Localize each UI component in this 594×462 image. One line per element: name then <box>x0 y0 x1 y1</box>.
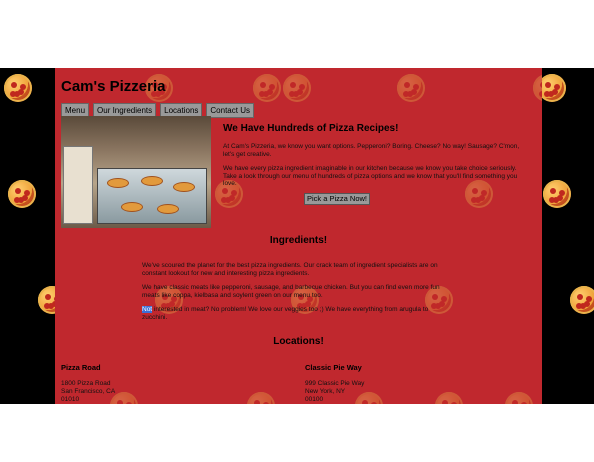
location-zip: 00100 <box>305 396 324 403</box>
location-city: New York, NY <box>305 388 346 395</box>
pizza-icon <box>397 74 425 102</box>
pizza-icon <box>543 180 571 208</box>
nav-contact-button[interactable]: Contact Us <box>206 103 254 118</box>
hero-paragraph-2: We have every pizza ingredient imaginabl… <box>223 165 518 187</box>
pizza-graphic <box>157 204 179 214</box>
pizza-icon <box>283 74 311 102</box>
pizza-icon <box>570 286 594 314</box>
pizza-icon <box>8 180 36 208</box>
pizza-graphic <box>107 178 129 188</box>
pizza-icon <box>533 74 542 102</box>
pizza-icon <box>538 74 566 102</box>
location-name: Classic Pie Way <box>305 363 362 372</box>
pizza-graphic <box>141 176 163 186</box>
location-city: San Francisco, CA <box>61 388 116 395</box>
ingredients-paragraph-3-text: interested in meat? No problem! We love … <box>142 306 429 321</box>
pizza-icon <box>435 392 463 404</box>
ingredients-paragraph-2: We have classic meats like pepperoni, sa… <box>142 284 440 299</box>
ingredients-paragraph-1: We've scoured the planet for the best pi… <box>142 262 438 277</box>
site-title: Cam's Pizzeria <box>61 78 166 95</box>
text-selection: Not <box>142 306 153 313</box>
pizza-icon <box>253 74 281 102</box>
browser-viewport: Cam's Pizzeria Menu Our Ingredients Loca… <box>0 68 594 404</box>
location-address: 1800 Pizza Road <box>61 380 111 387</box>
location-name: Pizza Road <box>61 363 101 372</box>
ingredients-heading: Ingredients! <box>269 235 328 246</box>
pizza-graphic <box>121 202 143 212</box>
pizza-icon <box>505 392 533 404</box>
pizza-graphic <box>173 182 195 192</box>
ingredients-paragraph-3: Not interested in meat? No problem! We l… <box>142 306 452 321</box>
pizza-icon <box>247 392 275 404</box>
hero-paragraph-1: At Cam's Pizzeria, we know you want opti… <box>223 143 520 158</box>
menu-board-graphic <box>63 146 93 224</box>
pizza-icon <box>4 74 32 102</box>
location-zip: 01010 <box>61 396 80 403</box>
hero-heading: We Have Hundreds of Pizza Recipes! <box>223 123 399 134</box>
pizzeria-photo <box>61 116 211 228</box>
locations-heading: Locations! <box>273 336 324 347</box>
location-address: 999 Classic Pie Way <box>305 380 365 387</box>
pick-pizza-button[interactable]: Pick a Pizza Now! <box>304 193 370 205</box>
page-content: Cam's Pizzeria Menu Our Ingredients Loca… <box>55 68 542 404</box>
pizza-icon <box>355 392 383 404</box>
